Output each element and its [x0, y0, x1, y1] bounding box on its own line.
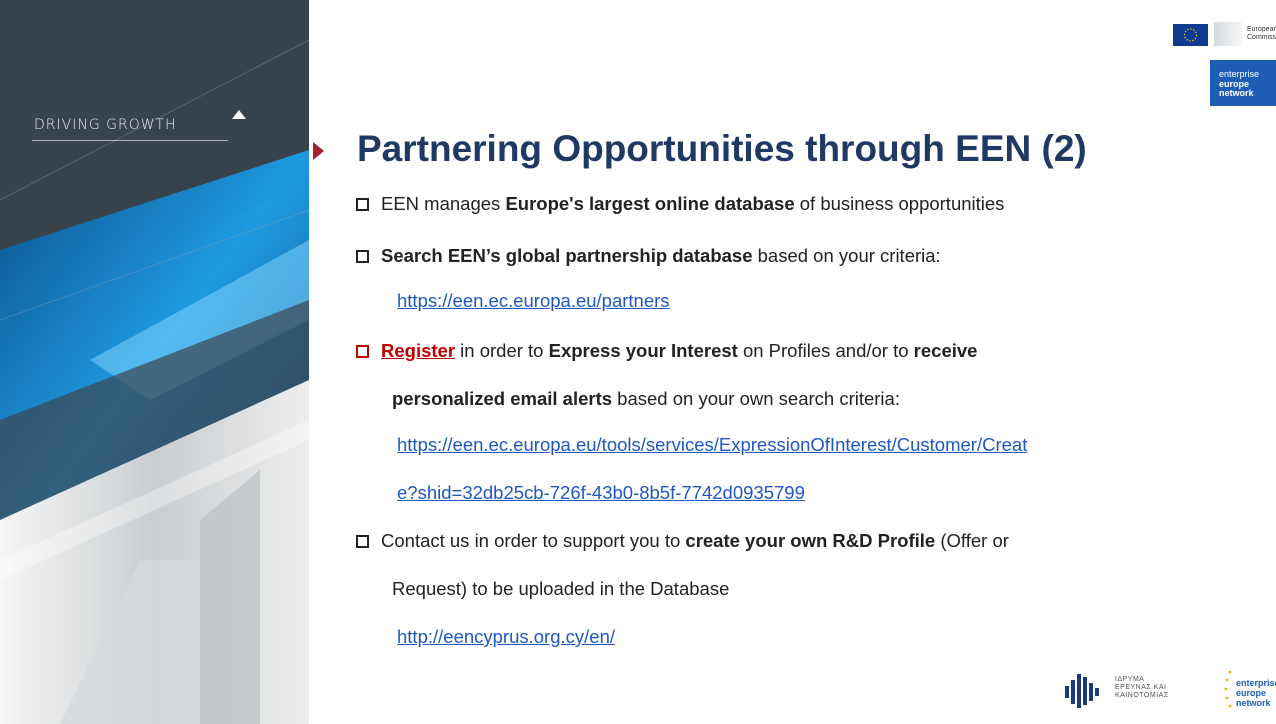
- een-small-line2: europe: [1236, 688, 1267, 698]
- eencyprus-link[interactable]: http://eencyprus.org.cy/en/: [397, 626, 615, 648]
- bullet-2-bold: Search EEN’s global partnership database: [381, 245, 753, 266]
- triangle-icon: [232, 110, 246, 119]
- bullet-4-bold: create your own R&D Profile: [685, 530, 936, 551]
- bullet-3: Register in order to Express your Intere…: [356, 340, 1256, 362]
- checkbox-bullet-icon: [356, 198, 369, 211]
- bullet-1-text-a: EEN manages: [381, 193, 506, 214]
- slide: DRIVING GROWTH European Commission enter…: [0, 0, 1276, 724]
- expression-of-interest-link-line1[interactable]: https://een.ec.europa.eu/tools/services/…: [397, 434, 1027, 456]
- title-arrow-icon: [313, 142, 324, 160]
- bullet-4-text-a: Contact us in order to support you to: [381, 530, 686, 551]
- checkbox-bullet-icon: [356, 250, 369, 263]
- een-small-line3: network: [1236, 698, 1271, 708]
- tagline: DRIVING GROWTH: [34, 117, 177, 133]
- bullet-3-bold-a: Express your Interest: [548, 340, 738, 361]
- een-logo: enterprise europe network: [1210, 60, 1276, 106]
- bullet-1: EEN manages Europe's largest online data…: [356, 193, 1256, 215]
- slide-title: Partnering Opportunities through EEN (2): [357, 128, 1087, 169]
- bullet-1-text-b: of business opportunities: [794, 193, 1005, 214]
- rif-logo-text: ΙΔΡΥΜΑ ΕΡΕΥΝΑΣ ΚΑΙ ΚΑΙΝΟΤΟΜΙΑΣ: [1115, 676, 1169, 699]
- bullet-3-bold-b: receive: [913, 340, 978, 361]
- bullet-4-line2: Request) to be uploaded in the Database: [392, 578, 730, 599]
- bullet-3-text-c: based on your own search criteria:: [612, 388, 900, 409]
- research-innovation-foundation-logo: ΙΔΡΥΜΑ ΕΡΕΥΝΑΣ ΚΑΙ ΚΑΙΝΟΤΟΜΙΑΣ: [1065, 670, 1185, 712]
- bullet-4: Contact us in order to support you to cr…: [356, 530, 1256, 552]
- een-logo-line3: network: [1219, 88, 1254, 98]
- decorative-side-panel: DRIVING GROWTH: [0, 0, 309, 724]
- bullet-3-bold-c: personalized email alerts: [392, 388, 613, 409]
- een-small-logo: enterprise europe network: [1224, 668, 1276, 714]
- rif-bars-icon: [1065, 674, 1099, 708]
- eu-flag-icon: [1173, 24, 1208, 46]
- stars-icon: [1224, 670, 1232, 708]
- register-link[interactable]: Register: [381, 340, 455, 361]
- bullet-2: Search EEN’s global partnership database…: [356, 245, 1256, 267]
- partners-link[interactable]: https://een.ec.europa.eu/partners: [397, 290, 670, 312]
- expression-of-interest-link-line2[interactable]: e?shid=32db25cb-726f-43b0-8b5f-7742d0935…: [397, 482, 805, 504]
- een-logo-line1: enterprise: [1219, 69, 1260, 79]
- bullet-4-text-b: (Offer or: [935, 530, 1009, 551]
- bullet-3-line2: personalized email alerts based on your …: [392, 388, 1276, 410]
- bullet-3-text-a: in order to: [455, 340, 549, 361]
- tagline-underline: [32, 140, 228, 141]
- bullet-3-text-b: on Profiles and/or to: [737, 340, 914, 361]
- een-small-line1: enterprise: [1236, 678, 1276, 688]
- european-commission-logo: European Commission: [1173, 20, 1276, 46]
- checkbox-bullet-icon: [356, 535, 369, 548]
- bullet-2-text: based on your criteria:: [752, 245, 941, 266]
- checkbox-bullet-icon: [356, 345, 369, 358]
- ec-logo-text: European Commission: [1247, 26, 1276, 41]
- bullet-1-bold: Europe's largest online database: [505, 193, 795, 214]
- abstract-background-graphic: [0, 0, 309, 724]
- ec-logo-graphic: [1214, 22, 1242, 46]
